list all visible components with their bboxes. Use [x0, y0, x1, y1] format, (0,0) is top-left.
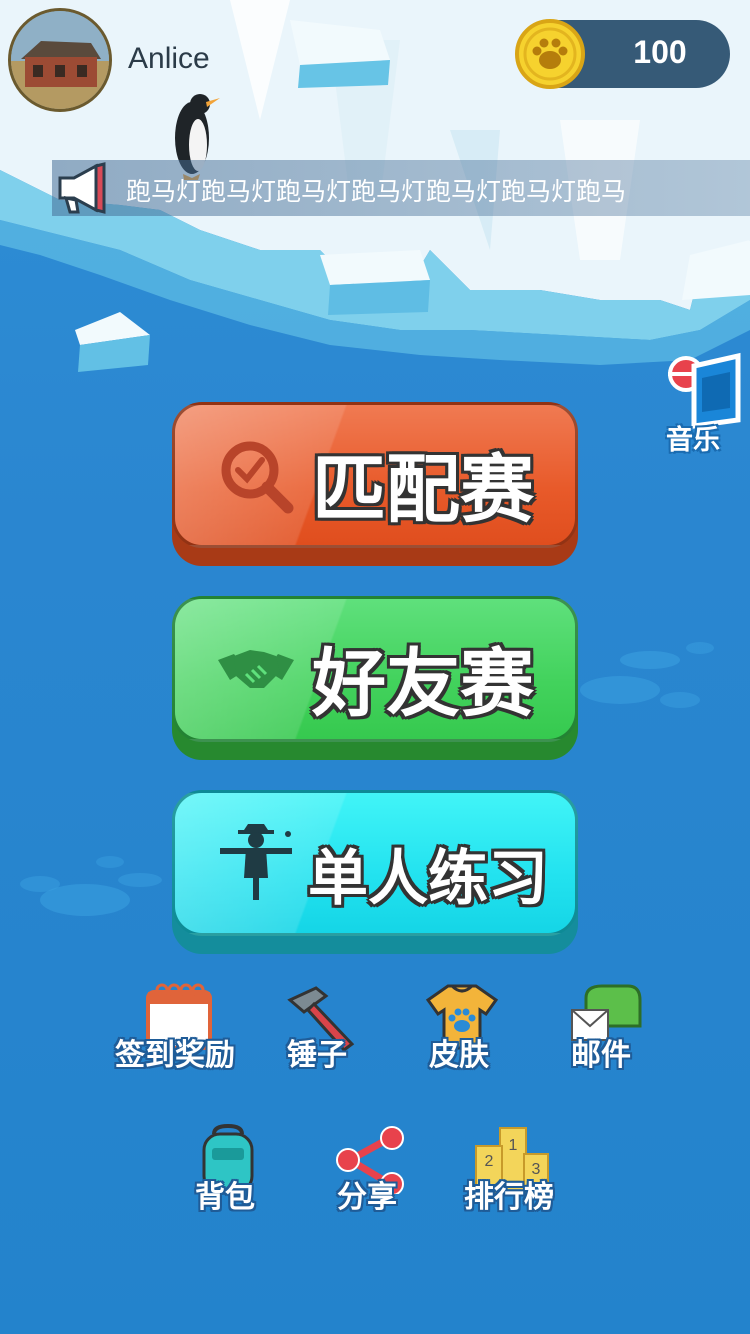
backpack-label: 背包: [195, 1180, 255, 1215]
signin-reward-button[interactable]: 签到奖励: [110, 982, 240, 1082]
podium-second: 2: [485, 1153, 494, 1170]
hammer-button[interactable]: 锤子: [252, 982, 382, 1082]
music-label[interactable]: 音乐: [666, 418, 720, 457]
hammer-label: 锤子: [287, 1038, 347, 1073]
mail-label: 邮件: [571, 1038, 631, 1073]
coin-counter: 100: [515, 19, 730, 89]
marquee-text: 跑马灯跑马灯跑马灯跑马灯跑马灯跑马灯跑马: [126, 177, 627, 206]
scarecrow-icon: [220, 824, 292, 900]
solo-practice-label: 单人练习: [308, 844, 548, 914]
player-name: Anlice: [128, 42, 210, 75]
solo-practice-button[interactable]: 单人练习: [172, 790, 578, 954]
game-scene: Anlice 100 跑马灯跑马灯跑马灯跑马灯跑马灯跑马灯跑马 音乐 匹配赛 好…: [0, 0, 750, 1334]
top-bar: Anlice 100: [0, 0, 750, 120]
share-label: 分享: [337, 1180, 397, 1215]
handshake-icon: [218, 650, 294, 688]
friend-game-label: 好友赛: [312, 641, 534, 727]
mail-button[interactable]: 邮件: [536, 982, 666, 1082]
match-game-label: 匹配赛: [312, 447, 534, 533]
leaderboard-button[interactable]: 1 2 3 排行榜: [444, 1124, 574, 1224]
marquee-banner: 跑马灯跑马灯跑马灯跑马灯跑马灯跑马灯跑马: [52, 160, 750, 216]
avatar[interactable]: [8, 8, 112, 112]
skin-button[interactable]: 皮肤: [394, 982, 524, 1082]
magnifier-check-icon: [221, 441, 294, 514]
house-photo-icon: [11, 11, 109, 109]
leaderboard-label: 排行榜: [464, 1180, 554, 1215]
backpack-button[interactable]: 背包: [160, 1124, 290, 1224]
coin-amount: 100: [633, 34, 687, 70]
podium-first: 1: [509, 1137, 518, 1154]
friend-game-button[interactable]: 好友赛: [172, 596, 578, 760]
match-game-button[interactable]: 匹配赛: [172, 402, 578, 566]
share-button[interactable]: 分享: [302, 1124, 432, 1224]
signin-reward-label: 签到奖励: [115, 1038, 235, 1073]
paw-coin-icon: [515, 19, 585, 89]
megaphone-icon: [58, 162, 106, 214]
skin-label: 皮肤: [429, 1038, 489, 1073]
